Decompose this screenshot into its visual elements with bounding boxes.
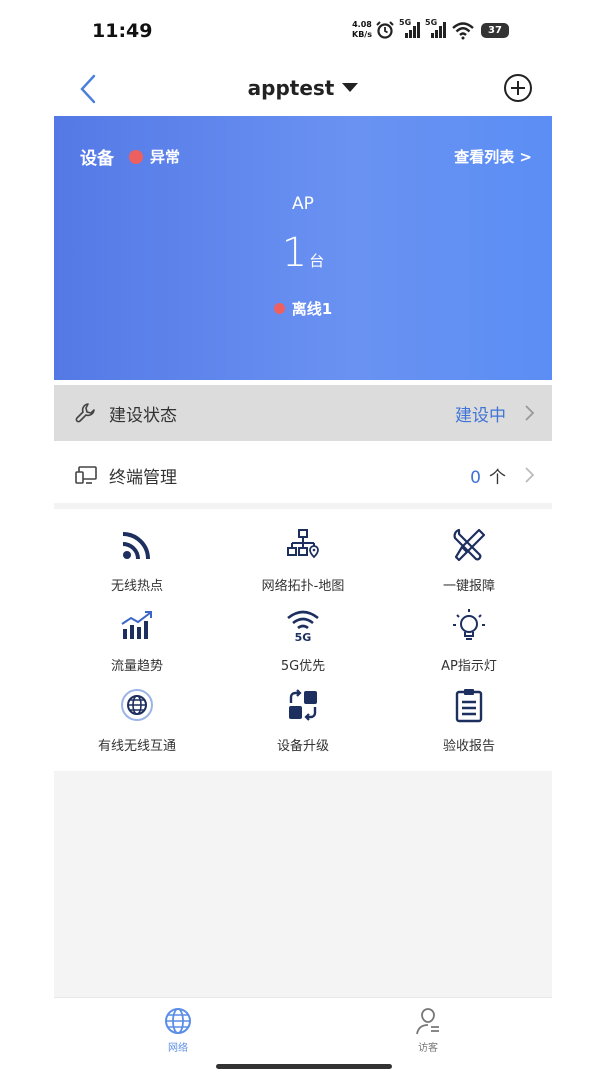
feature-label: AP指示灯 (441, 659, 497, 674)
site-title: apptest (247, 76, 335, 100)
device-count: 1台 (54, 230, 552, 276)
caret-down-icon (342, 83, 359, 92)
feature-traffic-trend[interactable]: 流量趋势 (54, 595, 220, 675)
tools-icon (453, 528, 486, 562)
tab-visitor[interactable]: 访客 (388, 1006, 468, 1054)
status-dot-icon (129, 149, 143, 164)
monitor-icon (75, 466, 97, 484)
site-selector[interactable]: apptest (54, 76, 552, 100)
feature-device-upgrade[interactable]: 设备升级 (220, 675, 386, 755)
net-speed: 4.08 KB/s (352, 20, 372, 40)
device-count-unit: 台 (309, 252, 325, 270)
feature-label: 一键报障 (442, 579, 495, 594)
feature-label: 验收报告 (442, 739, 495, 754)
device-status: 异常 (129, 146, 180, 167)
terminal-count-unit: 个 (489, 467, 506, 488)
device-type: AP (292, 194, 314, 214)
feature-one-click-report[interactable]: 一键报障 (386, 515, 552, 595)
signal-1: 5G (399, 18, 421, 40)
signal-bars-icon (431, 22, 446, 38)
wrench-icon (75, 403, 95, 423)
feature-network-topology[interactable]: 网络拓扑-地图 (220, 515, 386, 595)
tab-network-label: 网络 (168, 1043, 188, 1054)
topology-icon (287, 529, 319, 559)
offline-status: 离线1 (54, 298, 552, 319)
feature-grid: 无线热点 网络拓扑-地图 一键报障 流量趋势 5G 5G优先 AP指示灯 有线无… (54, 515, 552, 771)
device-count-number: 1 (281, 230, 308, 276)
globe-icon (121, 689, 153, 721)
feature-ap-indicator[interactable]: AP指示灯 (386, 595, 552, 675)
build-status-row[interactable]: 建设状态 建设中 (54, 385, 552, 441)
feature-wired-wireless[interactable]: 有线无线互通 (54, 675, 220, 755)
feature-label: 5G优先 (280, 659, 326, 674)
tab-network[interactable]: 网络 (138, 1006, 218, 1054)
feature-5g-priority[interactable]: 5G 5G优先 (220, 595, 386, 675)
alarm-clock-icon (376, 21, 394, 39)
chevron-right-icon (525, 467, 535, 483)
offline-dot-icon (273, 303, 285, 314)
upgrade-icon (289, 689, 317, 721)
feature-label: 设备升级 (276, 739, 329, 754)
status-time: 11:49 (92, 20, 153, 42)
feature-label: 网络拓扑-地图 (261, 579, 345, 594)
tab-visitor-label: 访客 (418, 1043, 438, 1054)
bottom-tab-bar: 网络 访客 (54, 997, 552, 1057)
net-speed-unit: KB/s (352, 30, 372, 39)
feature-acceptance-report[interactable]: 验收报告 (386, 675, 552, 755)
feature-label: 无线热点 (110, 579, 163, 594)
status-bar: 11:49 4.08 KB/s 5G 5G 37 (0, 0, 607, 62)
net-speed-value: 4.08 (352, 20, 372, 29)
wifi-signal-icon (122, 532, 150, 560)
device-status-label: 异常 (150, 148, 181, 166)
globe-tab-icon (165, 1008, 191, 1034)
wifi-icon (452, 22, 474, 40)
terminal-management-row[interactable]: 终端管理 0个 (54, 447, 552, 509)
add-circle-icon[interactable] (502, 72, 534, 104)
battery-icon: 37 (481, 22, 509, 38)
nav-bar: apptest (54, 62, 552, 116)
home-indicator (216, 1064, 392, 1069)
feature-label: 流量趋势 (110, 659, 163, 674)
svg-text:5G: 5G (295, 631, 312, 643)
wifi-5g-icon: 5G (287, 610, 319, 643)
clipboard-icon (455, 689, 483, 723)
feature-wireless-hotspot[interactable]: 无线热点 (54, 515, 220, 595)
terminal-management-label: 终端管理 (109, 467, 177, 488)
empty-area (54, 771, 552, 997)
terminal-count: 0个 (470, 463, 506, 488)
feature-label: 有线无线互通 (97, 739, 176, 754)
signal-bars-icon (405, 22, 420, 38)
chevron-right-icon (525, 405, 535, 421)
terminal-count-value: 0 (470, 467, 481, 488)
visitor-icon (416, 1008, 439, 1035)
lightbulb-icon (453, 609, 485, 640)
build-status-label: 建设状态 (109, 405, 177, 426)
device-card-title: 设备 (80, 149, 114, 169)
view-list-link[interactable]: 查看列表 > (454, 146, 532, 167)
build-status-value: 建设中 (455, 405, 506, 426)
trend-icon (121, 611, 152, 639)
status-icons: 5G 5G 37 (375, 18, 509, 42)
signal-2: 5G (425, 18, 447, 40)
offline-label: 离线1 (291, 300, 333, 318)
device-summary-card: 设备 异常 查看列表 > AP 1台 离线1 (54, 116, 552, 380)
